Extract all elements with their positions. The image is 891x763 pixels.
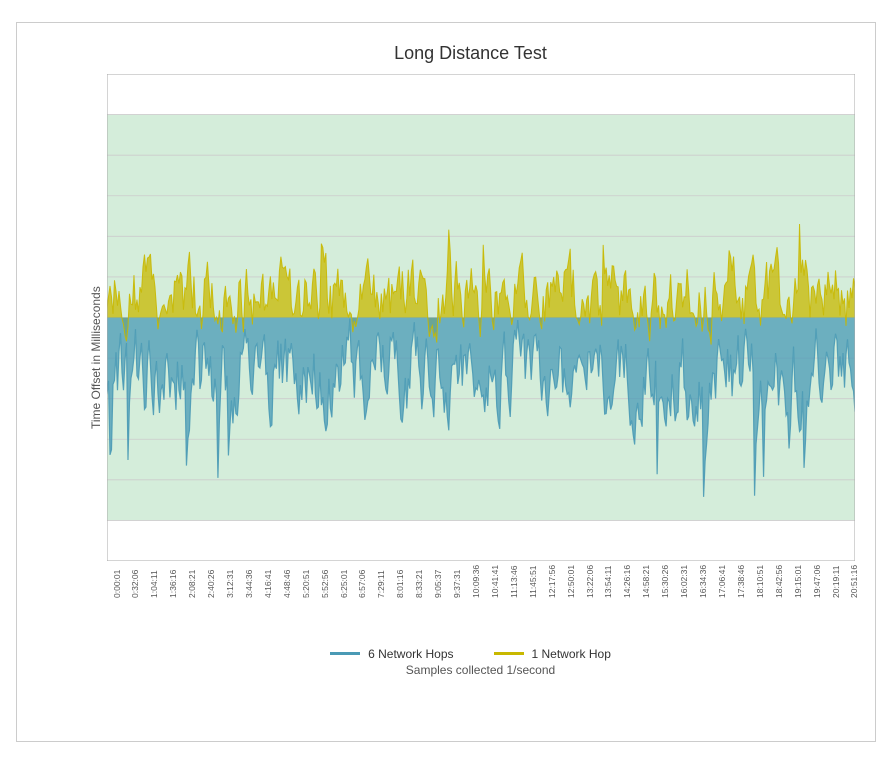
x-label: 9:05:37 <box>433 588 443 598</box>
legend-item-1: 6 Network Hops <box>330 647 453 661</box>
x-label: 16:34:36 <box>698 588 708 598</box>
x-label: 0:00:01 <box>112 588 122 598</box>
x-label: 1:36:16 <box>168 588 178 598</box>
x-axis-title: Samples collected 1/second <box>107 663 855 677</box>
x-label: 14:26:16 <box>622 588 632 598</box>
x-label: 3:44:36 <box>244 588 254 598</box>
x-label: 14:58:21 <box>641 588 651 598</box>
x-label: 8:01:16 <box>395 588 405 598</box>
legend: 6 Network Hops 1 Network Hop <box>87 647 855 661</box>
chart-title: Long Distance Test <box>87 43 855 64</box>
x-label: 4:48:46 <box>282 588 292 598</box>
x-label: 6:57:06 <box>357 588 367 598</box>
x-label: 2:08:21 <box>187 588 197 598</box>
x-label: 16:02:31 <box>679 588 689 598</box>
x-label: 19:47:06 <box>812 588 822 598</box>
x-label: 19:15:01 <box>793 588 803 598</box>
chart-svg: 1.210.80.60.40.20-0.2-0.4-0.6-0.8-1-1.2 <box>107 74 855 561</box>
x-label: 3:12:31 <box>225 588 235 598</box>
x-label: 18:42:56 <box>774 588 784 598</box>
x-label: 6:25:01 <box>339 588 349 598</box>
plot-area: 1.210.80.60.40.20-0.2-0.4-0.6-0.8-1-1.2 <box>107 74 855 561</box>
x-label: 5:20:51 <box>301 588 311 598</box>
x-axis-area: 0:00:01 0:32:06 1:04:11 1:36:16 2:08:21 2:40:… <box>107 561 855 641</box>
x-label: 18:10:51 <box>755 588 765 598</box>
x-label: 1:04:11 <box>149 588 159 598</box>
x-label: 11:45:51 <box>528 588 538 598</box>
x-label: 0:32:06 <box>130 588 140 598</box>
x-label: 13:54:11 <box>603 588 613 598</box>
x-label: 17:38:46 <box>736 588 746 598</box>
legend-item-2: 1 Network Hop <box>494 647 611 661</box>
x-label: 9:37:31 <box>452 588 462 598</box>
x-label: 11:13:46 <box>509 588 519 598</box>
x-label: 7:29:11 <box>376 588 386 598</box>
x-label: 10:09:36 <box>471 588 481 598</box>
x-label: 20:19:11 <box>831 588 841 598</box>
x-axis-labels: 0:00:01 0:32:06 1:04:11 1:36:16 2:08:21 2:40:… <box>107 563 855 603</box>
x-label: 4:16:41 <box>263 588 273 598</box>
x-label: 15:30:26 <box>660 588 670 598</box>
legend-label-1: 6 Network Hops <box>368 647 453 661</box>
x-label: 12:50:01 <box>566 588 576 598</box>
x-label: 10:41:41 <box>490 588 500 598</box>
x-label: 20:51:16 <box>849 588 859 598</box>
x-label: 5:52:56 <box>320 588 330 598</box>
y-axis-label: Time Offset in Milliseconds <box>87 74 105 641</box>
x-label: 17:06:41 <box>717 588 727 598</box>
x-label: 13:22:06 <box>585 588 595 598</box>
legend-line-2 <box>494 652 524 655</box>
x-label: 2:40:26 <box>206 588 216 598</box>
chart-container: Long Distance Test Time Offset in Millis… <box>16 22 876 742</box>
legend-label-2: 1 Network Hop <box>532 647 611 661</box>
legend-line-1 <box>330 652 360 655</box>
x-label: 8:33:21 <box>414 588 424 598</box>
x-label: 12:17:56 <box>547 588 557 598</box>
